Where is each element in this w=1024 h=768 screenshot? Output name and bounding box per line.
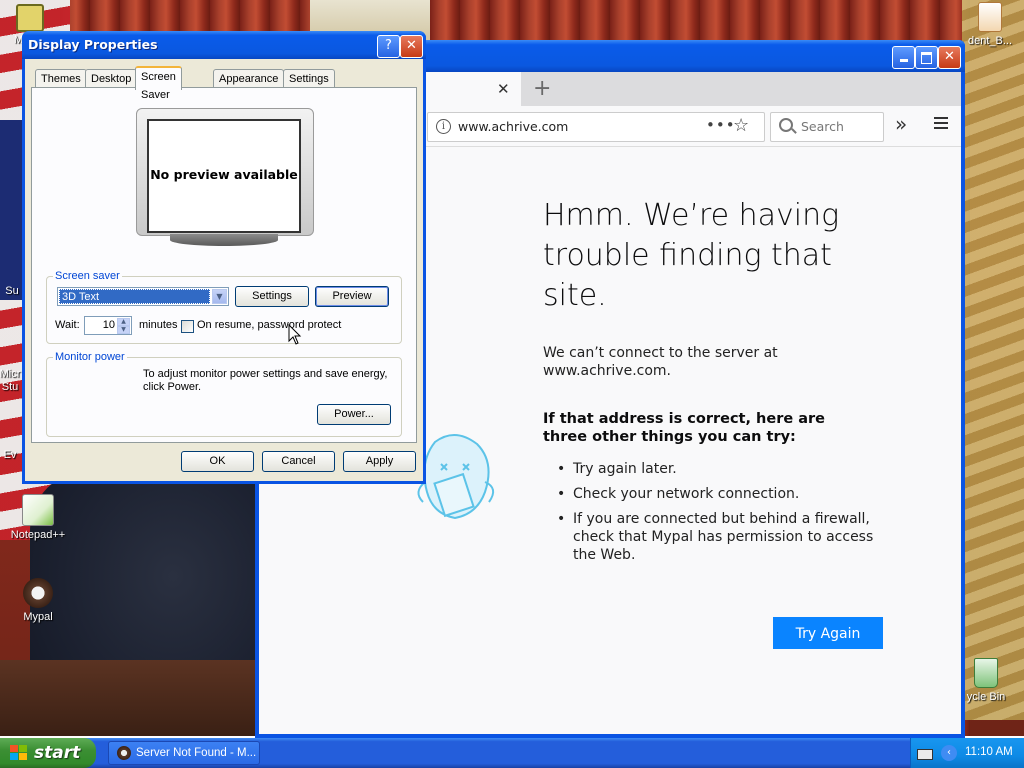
- windows-logo-icon: [10, 745, 27, 760]
- dialog-body: Themes Desktop Screen Saver Appearance S…: [25, 59, 423, 481]
- list-item: Check your network connection.: [543, 485, 883, 503]
- desktop-icon-document[interactable]: dent_B...: [952, 2, 1024, 47]
- bookmark-star-icon[interactable]: ☆: [733, 115, 749, 136]
- desktop-icon-notepadpp[interactable]: Notepad++: [0, 494, 76, 541]
- keyboard-icon[interactable]: [917, 749, 933, 760]
- help-icon: ?: [385, 38, 392, 53]
- taskbar-item-browser[interactable]: Server Not Found - M...: [108, 741, 260, 765]
- error-suggestion-heading: If that address is correct, here are thr…: [543, 411, 825, 445]
- close-icon: ✕: [944, 49, 955, 64]
- help-button[interactable]: ?: [377, 35, 400, 58]
- mouse-cursor-icon: [288, 324, 302, 345]
- desktop-icon-label: Notepad++: [10, 529, 66, 541]
- start-label: start: [34, 743, 81, 763]
- maximize-icon: [921, 52, 932, 64]
- recycle-bin-icon: [974, 658, 998, 688]
- desk: [0, 660, 260, 736]
- minimize-button[interactable]: [892, 46, 915, 69]
- info-icon[interactable]: i: [436, 119, 451, 134]
- error-title: Hmm. We’re having trouble finding that s…: [543, 198, 840, 313]
- screensaver-settings-button[interactable]: Settings: [235, 286, 309, 307]
- system-tray: ‹ 11:10 AM: [910, 738, 1024, 768]
- ok-button[interactable]: OK: [181, 451, 254, 472]
- url-bar[interactable]: i www.achrive.com ••• ☆: [427, 112, 765, 142]
- tab-themes[interactable]: Themes: [35, 69, 87, 89]
- screen-saver-panel: No preview available Screen saver 3D Tex…: [31, 87, 417, 443]
- monitor-power-label: Monitor power: [55, 351, 125, 363]
- list-item: Try again later.: [543, 460, 883, 478]
- desktop-icon-label: Mypal: [23, 611, 53, 623]
- tab-appearance[interactable]: Appearance: [213, 69, 285, 89]
- screensaver-group: Screen saver 3D Text ▼ Settings Preview …: [46, 270, 402, 344]
- tab-settings[interactable]: Settings: [283, 69, 335, 89]
- suggestion-list: Try again later. Check your network conn…: [543, 460, 883, 571]
- monitor-power-group: Monitor power To adjust monitor power se…: [46, 351, 402, 437]
- monitor-stand: [170, 234, 278, 246]
- close-icon: ✕: [406, 38, 417, 53]
- right-flag: [962, 0, 1024, 720]
- power-description: To adjust monitor power settings and sav…: [143, 368, 388, 393]
- start-button[interactable]: start: [0, 738, 96, 768]
- preview-button[interactable]: Preview: [315, 286, 389, 307]
- apply-button[interactable]: Apply: [343, 451, 416, 472]
- dialog-titlebar[interactable]: Display Properties ? ✕: [22, 31, 426, 59]
- page-actions-icon[interactable]: •••: [706, 116, 736, 134]
- cancel-button[interactable]: Cancel: [262, 451, 335, 472]
- list-item: If you are connected but behind a firewa…: [543, 510, 883, 564]
- search-input[interactable]: Search: [770, 112, 884, 142]
- new-tab-button[interactable]: +: [533, 76, 551, 101]
- desktop-icon-mypal[interactable]: Mypal: [0, 578, 76, 623]
- url-text[interactable]: www.achrive.com: [458, 119, 568, 134]
- tab-screen-saver[interactable]: Screen Saver: [135, 66, 182, 101]
- monitor-bezel: No preview available: [136, 108, 314, 236]
- close-button[interactable]: ✕: [938, 46, 961, 69]
- screensaver-group-label: Screen saver: [55, 270, 120, 282]
- search-placeholder: Search: [801, 119, 844, 134]
- preview-text: No preview available: [150, 167, 298, 182]
- document-icon: [978, 2, 1002, 32]
- tab-close-icon[interactable]: ✕: [497, 80, 510, 98]
- maximize-button[interactable]: [915, 46, 938, 69]
- display-properties-dialog: Display Properties ? ✕ Themes Desktop Sc…: [22, 31, 426, 484]
- power-button[interactable]: Power...: [317, 404, 391, 425]
- chevron-down-icon[interactable]: ▼: [212, 289, 227, 304]
- minimize-icon: [899, 59, 908, 62]
- mypal-icon: [23, 578, 53, 608]
- wait-value[interactable]: 10: [103, 319, 115, 331]
- dialog-close-button[interactable]: ✕: [400, 35, 423, 58]
- tray-expand-icon[interactable]: ‹: [941, 745, 957, 761]
- password-protect-checkbox[interactable]: [181, 320, 194, 333]
- error-description: We can’t connect to the server at www.ac…: [543, 345, 778, 379]
- hamburger-menu-icon[interactable]: [934, 114, 948, 132]
- desktop-icon-label: ycle Bin: [966, 691, 1006, 703]
- desktop-icon-label: dent_B...: [967, 35, 1013, 47]
- spin-up-icon[interactable]: ▲: [117, 318, 130, 326]
- clock: 11:10 AM: [965, 746, 1013, 758]
- overflow-chevron-icon[interactable]: »: [895, 112, 907, 136]
- monitor-preview: No preview available: [136, 108, 314, 246]
- monitor-screen: No preview available: [147, 119, 301, 233]
- spin-down-icon[interactable]: ▼: [117, 326, 130, 334]
- taskbar-item-label: Server Not Found - M...: [136, 747, 257, 759]
- tab-desktop[interactable]: Desktop: [85, 69, 138, 89]
- wait-stepper[interactable]: 10 ▲ ▼: [84, 316, 132, 335]
- mypal-icon: [117, 746, 131, 760]
- dialog-title: Display Properties: [28, 37, 158, 52]
- wait-label: Wait:: [55, 319, 80, 331]
- taskbar: start Server Not Found - M... ‹ 11:10 AM: [0, 738, 1024, 768]
- notepadpp-icon: [22, 494, 54, 526]
- screensaver-select[interactable]: 3D Text ▼: [57, 287, 229, 306]
- minutes-label: minutes: [139, 319, 178, 331]
- app-icon: [16, 4, 44, 32]
- screensaver-select-value: 3D Text: [59, 289, 210, 304]
- try-again-button[interactable]: Try Again: [773, 617, 883, 649]
- password-protect-label[interactable]: On resume, password protect: [197, 319, 341, 331]
- search-icon: [779, 118, 793, 132]
